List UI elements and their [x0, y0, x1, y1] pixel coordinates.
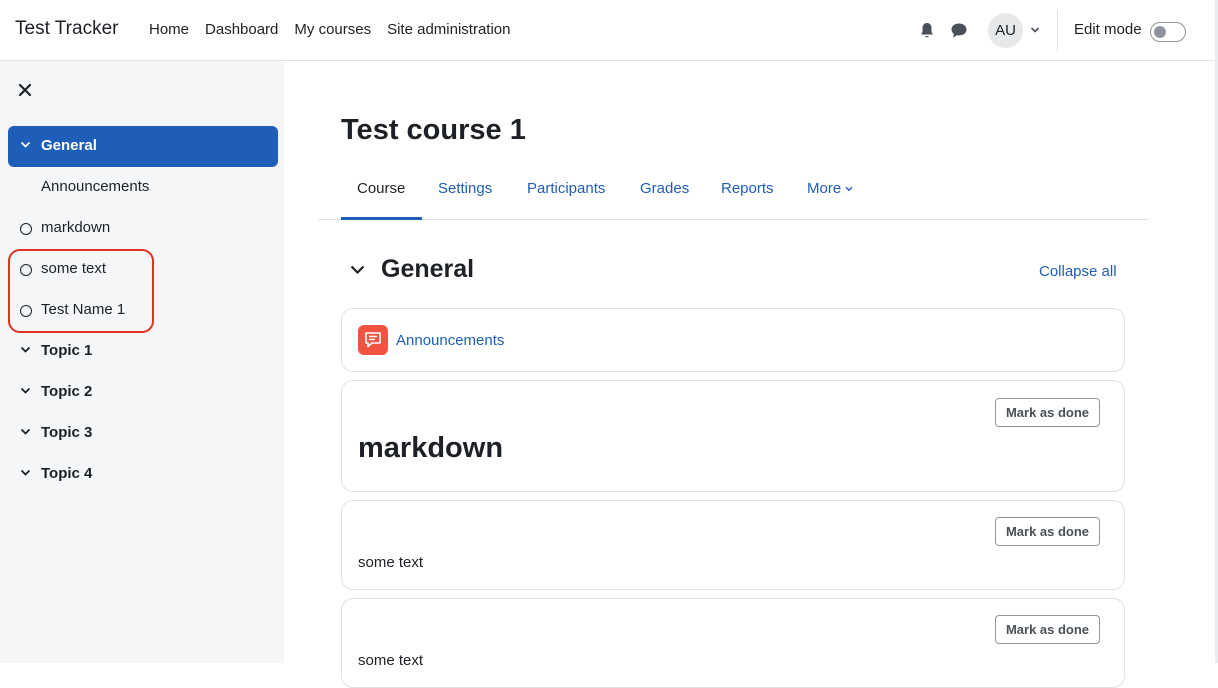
bell-icon[interactable]: [919, 22, 935, 39]
course-index-drawer: General Announcements markdown some text…: [0, 61, 284, 663]
nav-dashboard[interactable]: Dashboard: [205, 21, 278, 38]
edit-mode-label: Edit mode: [1074, 21, 1142, 38]
activity-text: some text: [358, 554, 424, 571]
active-tab-indicator: [341, 217, 422, 220]
navbar-divider: [1057, 10, 1058, 51]
chevron-down-icon[interactable]: [1030, 26, 1040, 34]
activity-card-announcements: Announcements: [341, 308, 1125, 372]
tab-reports[interactable]: Reports: [721, 180, 774, 197]
mark-as-done-button[interactable]: Mark as done: [995, 615, 1100, 644]
edit-mode-toggle[interactable]: [1150, 22, 1186, 42]
secondary-navigation: Course Settings Participants Grades Repo…: [318, 169, 1149, 220]
index-item-announcements[interactable]: Announcements: [8, 167, 278, 208]
tab-more[interactable]: More: [807, 180, 853, 197]
forum-glyph: [365, 332, 381, 348]
forum-icon: [358, 325, 388, 355]
highlight-annotation: [8, 249, 154, 333]
chevron-down-icon[interactable]: [20, 387, 31, 395]
user-avatar[interactable]: AU: [988, 13, 1023, 48]
page-title: Test course 1: [341, 114, 526, 146]
activity-text: some text: [358, 652, 424, 669]
toggle-knob: [1154, 26, 1166, 38]
index-section-topic-1[interactable]: Topic 1: [8, 331, 278, 372]
nav-site-administration[interactable]: Site administration: [387, 21, 510, 38]
tab-grades[interactable]: Grades: [640, 180, 689, 197]
tab-settings[interactable]: Settings: [438, 180, 492, 197]
circle-icon: [20, 223, 32, 235]
section-title: General: [381, 255, 475, 283]
index-section-general[interactable]: General: [8, 126, 278, 167]
index-item-label: Topic 2: [41, 383, 93, 400]
index-section-topic-2[interactable]: Topic 2: [8, 372, 278, 413]
mark-as-done-button[interactable]: Mark as done: [995, 517, 1100, 546]
index-item-label: General: [41, 137, 97, 154]
index-item-label: Topic 1: [41, 342, 93, 359]
site-brand[interactable]: Test Tracker: [15, 18, 118, 40]
chevron-down-icon[interactable]: [350, 265, 365, 275]
index-item-label: Announcements: [41, 178, 150, 195]
nav-my-courses[interactable]: My courses: [294, 21, 371, 38]
top-navbar: Test Tracker Home Dashboard My courses S…: [0, 0, 1215, 61]
close-icon[interactable]: [18, 83, 32, 97]
activity-link-announcements[interactable]: Announcements: [396, 332, 504, 349]
chevron-down-icon[interactable]: [20, 469, 31, 477]
activity-card-markdown: Mark as done markdown: [341, 380, 1125, 492]
index-item-label: markdown: [41, 219, 111, 236]
tab-course[interactable]: Course: [357, 180, 405, 197]
activity-card-some-text-2: Mark as done some text: [341, 598, 1125, 688]
index-item-markdown[interactable]: markdown: [8, 208, 278, 249]
chat-icon[interactable]: [950, 22, 968, 39]
tab-more-label: More: [807, 180, 842, 197]
chevron-down-icon: [845, 186, 853, 192]
course-main-content: Test course 1 Course Settings Participan…: [284, 61, 1215, 688]
collapse-all-link[interactable]: Collapse all: [1039, 263, 1117, 280]
primary-navigation: Home Dashboard My courses Site administr…: [149, 21, 511, 38]
index-item-label: Topic 4: [41, 465, 93, 482]
chevron-down-icon[interactable]: [20, 141, 31, 149]
tab-participants[interactable]: Participants: [527, 180, 605, 197]
activity-heading-markdown: markdown: [358, 432, 504, 464]
activity-card-some-text: Mark as done some text: [341, 500, 1125, 590]
chevron-down-icon[interactable]: [20, 428, 31, 436]
nav-home[interactable]: Home: [149, 21, 189, 38]
index-section-topic-3[interactable]: Topic 3: [8, 413, 278, 454]
mark-as-done-button[interactable]: Mark as done: [995, 398, 1100, 427]
index-section-topic-4[interactable]: Topic 4: [8, 454, 278, 495]
chevron-down-icon[interactable]: [20, 346, 31, 354]
index-item-label: Topic 3: [41, 424, 93, 441]
